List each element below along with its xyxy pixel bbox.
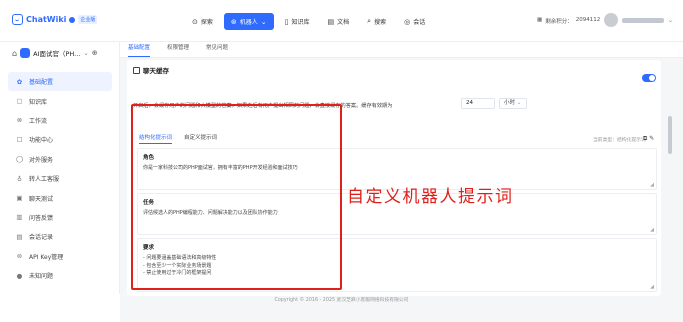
sidebar-item-label: 工作流 xyxy=(29,117,48,125)
sidebar-item-workflow[interactable]: ⊗ 工作流 xyxy=(8,111,112,130)
function-icon: ☐ xyxy=(16,135,23,144)
robot-selector[interactable]: ⌂ AI面试官（PH... ⌄ ⊕ xyxy=(12,48,98,58)
points-label: 剩余积分： xyxy=(545,19,573,25)
prompt-type-label: 当前类型：结构化提示词 xyxy=(593,138,646,143)
tab-basic-config[interactable]: 基础配置 xyxy=(128,42,151,57)
chat-icon: ◎ xyxy=(404,17,411,26)
chevron-down-icon: ⌄ xyxy=(83,49,89,57)
sidebar-item-label: 知识库 xyxy=(29,98,48,106)
edit-icon[interactable]: ✎ xyxy=(649,135,654,143)
sidebar-item-external-service[interactable]: ◯ 对外服务 xyxy=(8,150,112,169)
top-bar: ChatWiki 企业版 ⊙ 探索 ⊛ 机器人 ⌄ ▯ 知识库 ▤ 文档 ⌕ 搜… xyxy=(0,0,683,42)
sidebar-item-label: 基础配置 xyxy=(29,79,54,87)
chatwiki-logo-icon xyxy=(12,14,23,25)
nav-chat-label: 会话 xyxy=(413,19,426,26)
search-icon: ⌕ xyxy=(367,17,372,25)
edition-badge: 企业版 xyxy=(78,15,98,24)
tab-faq[interactable]: 常见问题 xyxy=(206,42,228,57)
nav-search[interactable]: ⌕ 搜索 xyxy=(360,13,393,30)
sidebar-item-knowledge[interactable]: ▢ 知识库 xyxy=(8,91,112,110)
chevron-down-icon: ⌄ xyxy=(668,16,674,24)
brand-name: ChatWiki xyxy=(26,15,67,24)
nav-chat[interactable]: ◎ 会话 xyxy=(397,13,432,30)
resize-handle-icon[interactable]: ◢ xyxy=(650,182,654,188)
brand-logo[interactable]: ChatWiki 企业版 xyxy=(12,14,98,25)
cache-unit-select[interactable]: 小时 ⌄ xyxy=(499,98,527,109)
nav-library-label: 知识库 xyxy=(291,19,310,26)
home-icon[interactable]: ⌂ xyxy=(12,49,17,58)
user-menu[interactable]: ⌄ xyxy=(604,13,673,27)
nav-robot[interactable]: ⊛ 机器人 ⌄ xyxy=(223,13,274,30)
config-tabs: 基础配置 权限管理 常见问题 xyxy=(120,42,683,58)
annotation-label: 自定义机器人提示词 xyxy=(347,187,514,207)
sidebar-item-label: 对外服务 xyxy=(29,156,54,164)
nav-docs-label: 文档 xyxy=(337,19,350,26)
sidebar-item-label: 功能中心 xyxy=(29,137,54,145)
sidebar-item-label: 问答反馈 xyxy=(29,214,54,222)
compass-icon: ⊙ xyxy=(192,17,198,26)
sidebar-item-chat-test[interactable]: ▣ 聊天测试 xyxy=(8,188,112,207)
sidebar-item-human-agent[interactable]: ♁ 转人工客服 xyxy=(8,169,112,188)
verified-icon xyxy=(69,16,76,23)
question-icon: ● xyxy=(16,271,23,280)
nav-library[interactable]: ▯ 知识库 xyxy=(278,13,317,30)
nav-explore-label: 探索 xyxy=(200,19,213,26)
footer-copyright: Copyright © 2016 - 2025 武汉芝麻小客服网络科技有限公司 xyxy=(274,298,409,303)
nav-docs[interactable]: ▤ 文档 xyxy=(321,13,357,30)
avatar xyxy=(604,13,618,27)
tab-permissions[interactable]: 权限管理 xyxy=(167,42,189,57)
record-icon: ▤ xyxy=(16,232,23,241)
points-value: 2094112 xyxy=(575,17,601,23)
scrollbar[interactable] xyxy=(668,116,672,154)
sidebar-item-label: API Key管理 xyxy=(29,253,64,261)
feedback-icon: ▥ xyxy=(16,213,23,222)
robot-icon: ⊛ xyxy=(230,17,237,26)
robot-name: AI面试官（PH... xyxy=(33,50,81,58)
sidebar-item-api-key[interactable]: ⊚ API Key管理 xyxy=(8,247,112,266)
sidebar: ⌂ AI面试官（PH... ⌄ ⊕ ✿ 基础配置 ▢ 知识库 ⊗ 工作流 ☐ 功… xyxy=(0,42,120,294)
robot-avatar xyxy=(20,48,31,58)
service-icon: ◯ xyxy=(16,155,24,164)
cache-unit-value: 小时 xyxy=(504,100,516,106)
user-name-redacted xyxy=(622,17,664,23)
copy-icon[interactable]: ⧉ xyxy=(643,135,647,143)
sidebar-item-basic-config[interactable]: ✿ 基础配置 xyxy=(8,72,112,92)
nav-robot-label: 机器人 xyxy=(239,19,258,26)
library-icon: ▯ xyxy=(284,17,289,26)
points-display: ▦ 剩余积分： 2094112 xyxy=(537,17,600,25)
sidebar-item-label: 会话记录 xyxy=(29,234,54,242)
key-icon: ⊚ xyxy=(16,252,23,261)
cache-duration-input[interactable]: 24 xyxy=(461,98,495,109)
sidebar-menu: ✿ 基础配置 ▢ 知识库 ⊗ 工作流 ☐ 功能中心 ◯ 对外服务 ♁ 转人工客服… xyxy=(8,72,112,285)
workflow-icon: ⊗ xyxy=(16,116,23,125)
chat-test-icon: ▣ xyxy=(16,194,23,203)
resize-handle-icon[interactable]: ◢ xyxy=(650,284,654,290)
chat-cache-toggle[interactable] xyxy=(642,74,656,82)
book-icon: ▢ xyxy=(16,97,23,106)
doc-icon: ▤ xyxy=(327,17,335,26)
main-nav: ⊙ 探索 ⊛ 机器人 ⌄ ▯ 知识库 ▤ 文档 ⌕ 搜索 ◎ 会话 xyxy=(185,13,432,30)
chat-cache-title-text: 聊天缓存 xyxy=(143,67,169,75)
sidebar-item-unknown-questions[interactable]: ● 未知问题 xyxy=(8,266,112,285)
sidebar-item-label: 未知问题 xyxy=(29,273,54,281)
resize-handle-icon[interactable]: ◢ xyxy=(650,227,654,233)
prompt-toolbar: ⧉ ✎ xyxy=(643,135,654,143)
chevron-down-icon: ⌄ xyxy=(260,17,267,26)
sidebar-item-label: 聊天测试 xyxy=(29,195,54,203)
annotation-highlight-box xyxy=(131,104,342,290)
sidebar-item-feedback[interactable]: ▥ 问答反馈 xyxy=(8,208,112,227)
cache-icon xyxy=(133,66,140,74)
chat-cache-title: 聊天缓存 xyxy=(133,65,169,75)
chevron-down-icon: ⌄ xyxy=(516,100,522,106)
points-icon: ▦ xyxy=(537,17,543,23)
nav-search-label: 搜索 xyxy=(374,19,387,26)
toggle-knob xyxy=(649,75,655,81)
add-circle-icon[interactable]: ⊕ xyxy=(92,49,98,57)
nav-explore[interactable]: ⊙ 探索 xyxy=(185,13,220,30)
headset-icon: ♁ xyxy=(17,174,22,183)
sidebar-item-records[interactable]: ▤ 会话记录 xyxy=(8,227,112,246)
gear-icon: ✿ xyxy=(16,77,23,86)
sidebar-item-label: 转人工客服 xyxy=(29,176,60,184)
sidebar-item-functions[interactable]: ☐ 功能中心 xyxy=(8,130,112,149)
